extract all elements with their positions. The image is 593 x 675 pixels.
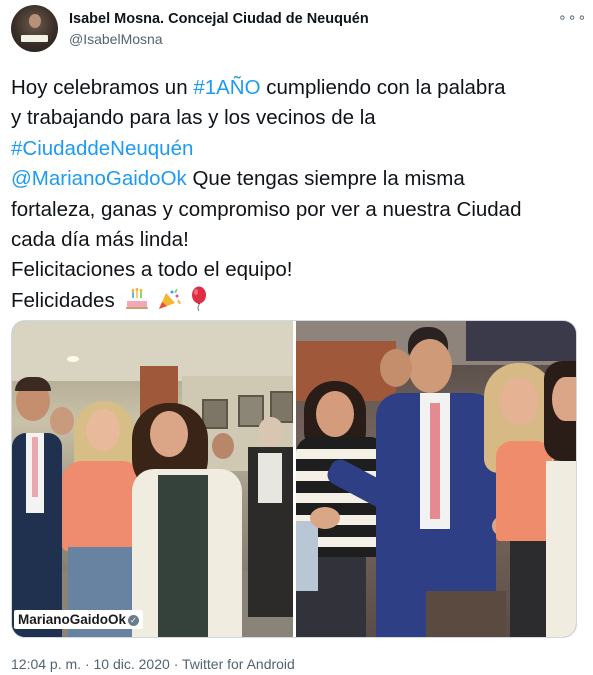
tweet-line-3: #CiudaddeNeuquén — [11, 134, 586, 164]
tweet-text: Hoy celebramos un #1AÑO cumpliendo con l… — [11, 73, 586, 316]
floor — [426, 591, 506, 637]
background-crowd — [466, 321, 576, 361]
tweet-text-segment: Hoy celebramos un — [11, 76, 194, 99]
background-person — [380, 349, 412, 387]
watermark-text-bold: GaidoOk — [69, 612, 127, 627]
tweet-line-7: Felicitaciones a todo el equipo! — [11, 258, 293, 282]
person-woman-coral-top — [496, 441, 552, 541]
mention-link[interactable]: @MarianoGaidoOk — [11, 167, 187, 190]
balloon-icon — [189, 286, 209, 312]
background-person — [50, 407, 74, 435]
photo-left[interactable]: MarianoGaidoOk ✓ — [12, 321, 293, 637]
tweet-time[interactable]: 12:04 p. m. — [11, 656, 81, 672]
tweet-source[interactable]: Twitter for Android — [182, 656, 295, 672]
person-hair — [15, 377, 51, 391]
tweet-text-segment: Que tengas siempre la misma — [186, 167, 465, 191]
hashtag-ciudad-link[interactable]: #CiudaddeNeuquén — [11, 137, 193, 160]
background-person-shirt — [258, 453, 282, 503]
tie — [430, 403, 440, 519]
dark-dress — [158, 475, 208, 637]
person-woman-coral-top — [62, 461, 142, 551]
background-person — [212, 433, 234, 459]
person-head — [552, 377, 576, 421]
avatar-nameplate — [21, 35, 48, 42]
tweet-line-2: y trabajando para las y los vecinos de l… — [11, 106, 376, 130]
person-left-edge — [296, 521, 318, 591]
background-person — [258, 417, 284, 447]
person-head — [150, 411, 188, 457]
author-handle[interactable]: @IsabelMosna — [69, 31, 163, 47]
watermark-badge: MarianoGaidoOk ✓ — [14, 610, 144, 629]
verified-check-icon: ✓ — [128, 615, 140, 626]
media-grid[interactable]: MarianoGaidoOk ✓ — [11, 320, 577, 638]
tweet-text-segment: cumpliendo con la palabra — [260, 76, 506, 99]
birthday-cake-icon — [120, 287, 156, 312]
watermark-text: Mariano — [18, 612, 70, 627]
tweet-line-5: fortaleza, ganas y compromiso por ver a … — [11, 197, 522, 221]
hashtag-1anio-link[interactable]: #1AÑO — [193, 76, 260, 99]
tweet-text-segment: Felicidades — [11, 288, 115, 312]
hand — [310, 507, 340, 529]
person-head — [86, 409, 120, 451]
person-head — [500, 377, 538, 425]
person-white-jacket — [546, 461, 576, 637]
wall-frame — [202, 399, 228, 429]
tweet-line-4: @MarianoGaidoOk Que tengas siempre la mi… — [11, 164, 586, 194]
meta-separator: · — [173, 656, 179, 672]
tie — [32, 437, 38, 497]
tweet-line-6: cada día más linda! — [11, 227, 189, 251]
tweet-meta: 12:04 p. m. · 10 dic. 2020 · Twitter for… — [11, 656, 295, 672]
tweet-line-1: Hoy celebramos un #1AÑO cumpliendo con l… — [11, 73, 586, 103]
party-popper-icon — [156, 288, 188, 312]
ceiling-light — [67, 356, 79, 362]
avatar[interactable] — [11, 5, 58, 52]
meta-separator: · — [84, 656, 90, 672]
tweet-date[interactable]: 10 dic. 2020 — [94, 656, 170, 672]
author-name[interactable]: Isabel Mosna. Concejal Ciudad de Neuquén — [69, 11, 369, 27]
more-options-icon[interactable]: ∘∘∘ — [558, 9, 587, 26]
avatar-figure — [29, 14, 41, 28]
tweet-line-8: Felicidades — [11, 286, 586, 316]
person-head — [408, 339, 452, 393]
photo-right[interactable] — [296, 321, 576, 637]
person-head — [316, 391, 354, 437]
